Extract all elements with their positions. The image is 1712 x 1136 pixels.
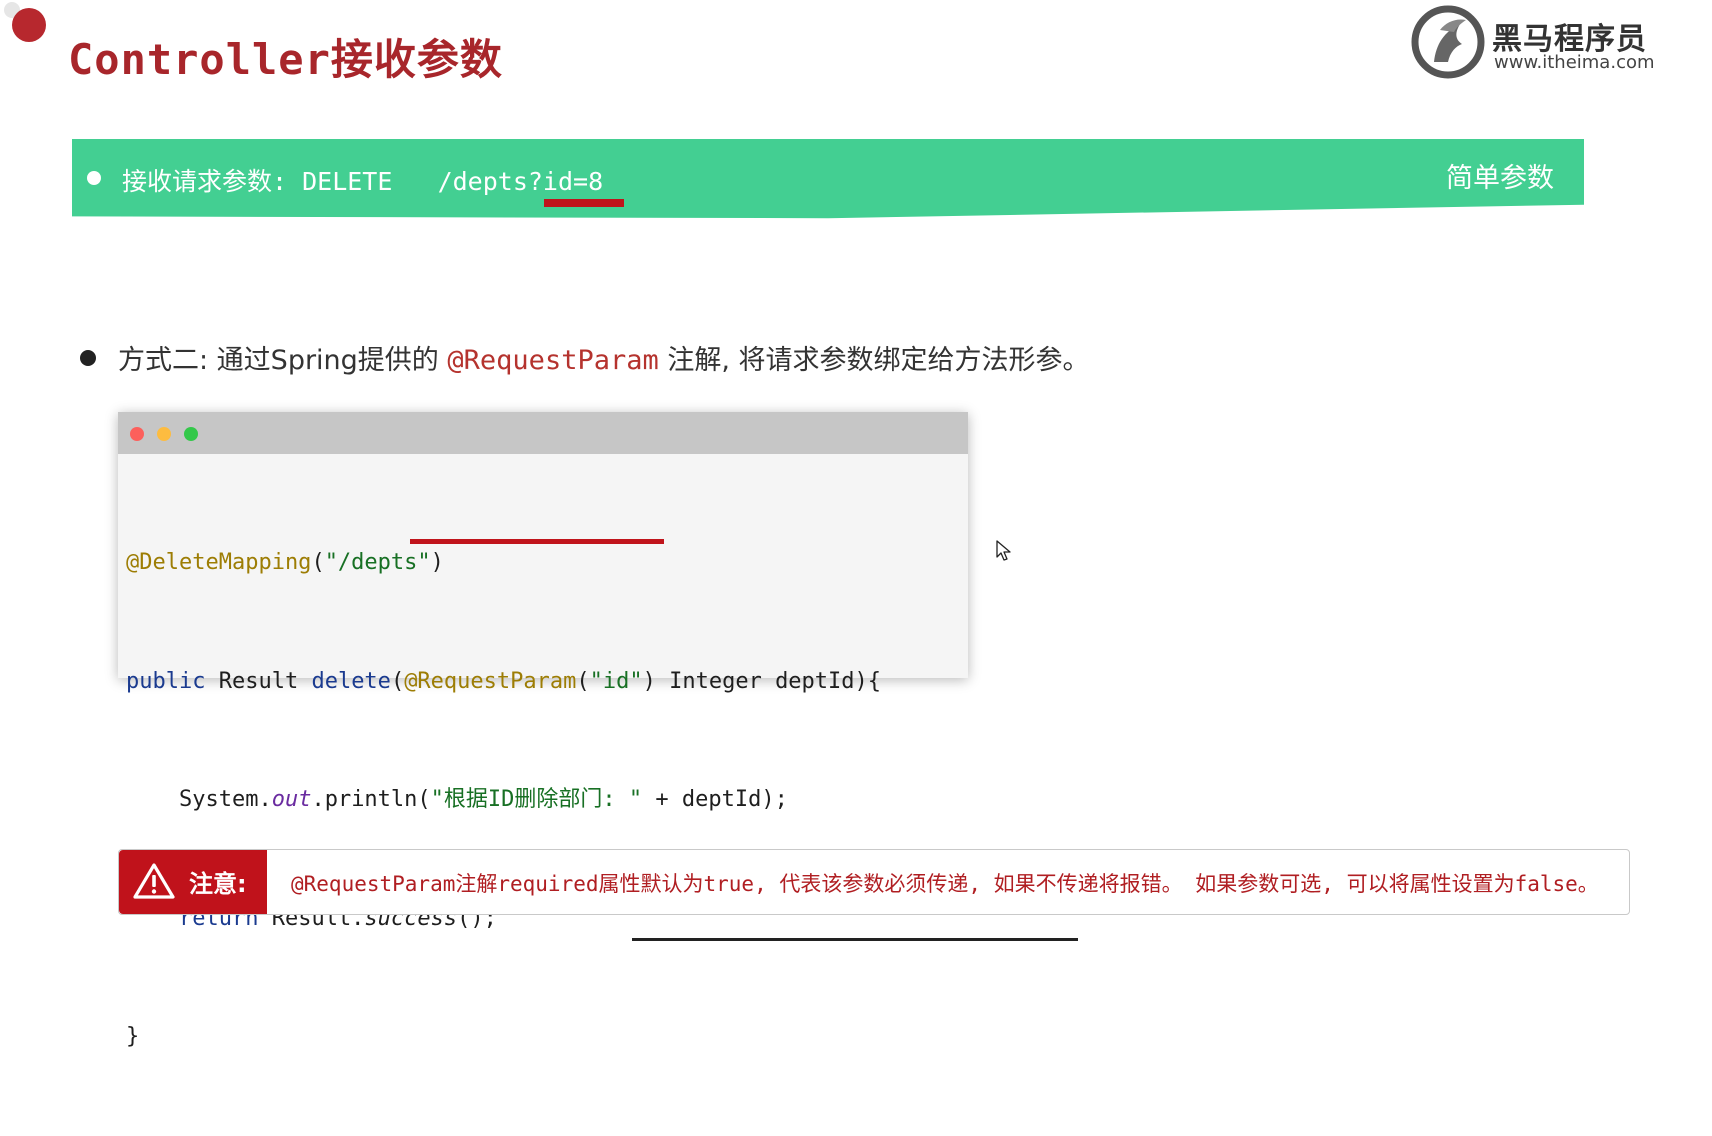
code-punct: )	[430, 550, 444, 575]
note-box: 注意: @RequestParam注解required属性默认为true, 代表…	[118, 849, 1630, 915]
code-window: @DeleteMapping("/depts") public Result d…	[118, 412, 968, 1049]
page-title: Controller接收参数	[68, 35, 503, 84]
warning-icon	[133, 863, 175, 899]
code-punct: (	[311, 550, 325, 575]
window-minimize-dot	[157, 427, 171, 441]
code-underline	[410, 539, 664, 544]
code-string: "id"	[589, 668, 643, 694]
code-field: out	[271, 787, 312, 812]
code-plain: Result	[205, 668, 312, 694]
code-body: @DeleteMapping("/depts") public Result d…	[126, 464, 881, 1136]
code-punct: (	[390, 668, 405, 694]
code-method-name: delete	[311, 668, 391, 694]
method-prefix: 方式二: 通过Spring提供的	[118, 345, 448, 376]
method-description: 方式二: 通过Spring提供的 @RequestParam 注解, 将请求参数…	[118, 338, 1089, 377]
code-keyword: public	[126, 668, 206, 694]
banner-text: 接收请求参数: DELETE /depts?id=8	[122, 167, 604, 196]
code-annotation: @DeleteMapping	[126, 550, 312, 575]
code-punct: (	[576, 668, 590, 694]
window-titlebar	[118, 412, 968, 454]
banner-bullet	[87, 171, 101, 185]
window-maximize-dot	[184, 427, 198, 441]
method-bullet	[80, 350, 96, 366]
code-plain: Integer deptId){	[655, 668, 882, 694]
method-annotation: @RequestParam	[447, 345, 659, 376]
code-line-2: public Result delete(@RequestParam("id")…	[126, 662, 881, 702]
code-plain: + deptId);	[642, 787, 788, 812]
note-label: 注意:	[119, 850, 267, 914]
bottom-rule	[632, 938, 1078, 941]
code-annotation: @RequestParam	[404, 668, 577, 694]
corner-dot	[12, 8, 46, 42]
note-text: @RequestParam注解required属性默认为true, 代表该参数必…	[291, 872, 1599, 896]
note-label-text: 注意:	[189, 870, 247, 898]
code-line-5: }	[126, 1024, 140, 1049]
logo-url: www.itheima.com	[1494, 52, 1655, 73]
code-punct: )	[642, 668, 656, 694]
cursor-icon	[996, 540, 1011, 561]
banner-tag: 简单参数	[1446, 163, 1554, 194]
code-plain: System.	[178, 787, 272, 812]
logo-emblem-icon	[1411, 5, 1485, 79]
code-string: "/depts"	[324, 550, 431, 575]
window-close-dot	[130, 427, 144, 441]
logo: 黑马程序员 www.itheima.com	[1410, 4, 1665, 80]
code-line-1: @DeleteMapping("/depts")	[126, 543, 881, 583]
code-string: "根据ID删除部门: "	[430, 787, 643, 812]
code-line-3: System.out.println("根据ID删除部门: " + deptId…	[126, 780, 881, 820]
code-plain: .println(	[311, 787, 431, 812]
method-suffix: 注解, 将请求参数绑定给方法形参。	[658, 345, 1090, 376]
banner-underline	[544, 199, 624, 207]
